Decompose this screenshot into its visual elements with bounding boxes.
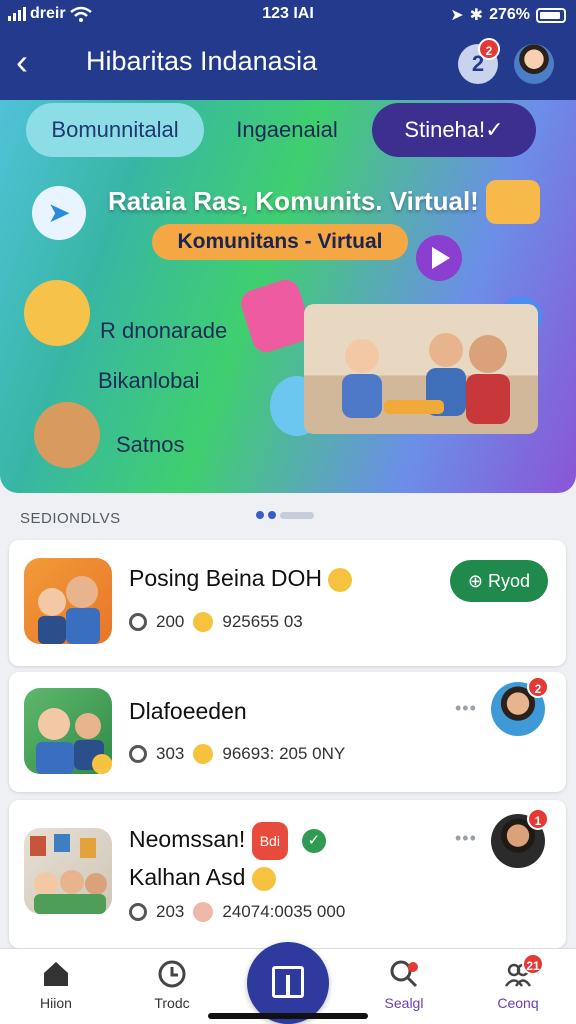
nav-community-label: Ceonq (497, 995, 539, 1011)
app-header: dreir 123 IAI ➤ ✱ 276% ‹ Hibaritas Indan… (0, 0, 576, 100)
community-meta: 203 24074:0035 000 (129, 902, 345, 922)
community-tag: Bdi (251, 822, 288, 860)
members-icon (129, 745, 147, 763)
community-info: 925655 03 (222, 612, 303, 631)
carousel-dot[interactable] (268, 511, 276, 519)
status-bar: dreir 123 IAI ➤ ✱ 276% (0, 0, 576, 28)
join-icon: ⊕ (467, 571, 484, 591)
community-title-line-1: Neomssan! Bdi ✓ (129, 822, 326, 860)
community-subtitle-text: Kalhan Asd (129, 864, 246, 890)
emoji-icon (251, 866, 276, 891)
battery-icon (536, 7, 566, 23)
member-avatar[interactable]: 2 (491, 676, 549, 736)
community-title: Dlafoeeden (129, 698, 247, 724)
hero-menu-item-2[interactable]: Bikanlobai (98, 368, 200, 394)
battery-percent: 276% (489, 6, 530, 23)
community-thumbnail (24, 688, 112, 774)
children-playing-image (304, 304, 538, 434)
community-thumbnail (24, 558, 112, 644)
nav-search[interactable]: Sealgl (364, 959, 444, 1011)
section-label: SEDIONDLVS (20, 510, 121, 527)
community-title-line-2: Kalhan Asd (129, 860, 326, 894)
join-button-label: Ryod (488, 571, 531, 591)
members-icon (129, 903, 147, 921)
dog-mascot-icon (34, 402, 100, 468)
community-card[interactable]: Neomssan! Bdi ✓ Kalhan Asd 203 24074:0035… (9, 800, 566, 948)
carousel-dot[interactable] (256, 511, 264, 519)
envelope-icon (486, 180, 540, 224)
notifications-button[interactable]: 2 2 (458, 38, 500, 84)
page-title: Hibaritas Indanasia (86, 46, 318, 76)
notification-badge: 2 (478, 38, 500, 60)
tab-stineha[interactable]: Stineha!✓ (372, 103, 536, 157)
smile-icon (193, 902, 214, 922)
community-thumbnail (24, 828, 112, 914)
nav-home[interactable]: Hiion (16, 959, 96, 1011)
community-title-text: Posing Beina DOH (129, 565, 323, 591)
compose-icon (272, 966, 304, 998)
join-button[interactable]: ⊕ Ryod (450, 560, 548, 602)
community-title: Posing Beina DOH (129, 565, 353, 592)
bluetooth-icon: ✱ (469, 7, 484, 24)
create-post-button[interactable] (247, 942, 329, 1024)
community-info: 24074:0035 000 (222, 902, 346, 921)
hero-banner: Bomunnitalal Ingaenaial Stineha!✓ ➤ Rata… (0, 100, 576, 493)
play-icon[interactable] (416, 235, 462, 281)
member-count: 303 (156, 744, 185, 763)
nav-trodc-label: Trodc (154, 995, 190, 1011)
chevron-left-icon: ‹ (16, 41, 28, 82)
member-avatar[interactable]: 1 (491, 808, 549, 868)
home-indicator (208, 1013, 368, 1019)
nav-community[interactable]: Ceonq 21 (478, 953, 558, 1011)
home-icon (44, 962, 68, 986)
tab-ingaenaial[interactable]: Ingaenaial (208, 103, 366, 157)
members-icon (129, 613, 147, 631)
community-title: Neomssan! Bdi ✓ Kalhan Asd (129, 822, 326, 894)
bear-mascot-icon (24, 280, 90, 346)
search-icon (390, 960, 418, 988)
tab-komunitas[interactable]: Bomunnitalal (26, 103, 204, 157)
hero-menu-item-1[interactable]: R dnonarade (100, 318, 227, 344)
location-icon: ➤ (450, 7, 464, 24)
telegram-icon: ➤ (32, 186, 86, 240)
back-button[interactable]: ‹ (16, 44, 28, 80)
status-right: ➤ ✱ 276% (450, 5, 566, 25)
more-options-icon[interactable]: ••• (455, 828, 477, 849)
nav-search-label: Sealgl (384, 995, 424, 1011)
community-info: 96693: 205 0NY (222, 744, 346, 763)
carousel-track (280, 511, 314, 519)
community-title-text: Neomssan! (129, 826, 246, 853)
verified-icon: ✓ (301, 829, 326, 853)
more-options-icon[interactable]: ••• (455, 698, 477, 719)
nav-home-label: Hiion (40, 995, 72, 1011)
community-card[interactable]: Dlafoeeden 303 96693: 205 0NY ••• 2 (9, 672, 566, 792)
carousel-dots[interactable] (256, 511, 314, 519)
emoji-icon (328, 567, 353, 592)
community-meta: 303 96693: 205 0NY (129, 744, 345, 764)
community-card[interactable]: Posing Beina DOH 200 925655 03 ⊕ Ryod (9, 540, 566, 666)
hero-pill[interactable]: Komunitans - Virtual (152, 224, 408, 260)
avatar-badge: 1 (527, 808, 549, 830)
smile-icon (193, 612, 214, 632)
avatar-badge: 2 (527, 676, 549, 698)
gamepad-icon (237, 276, 315, 356)
hero-headline: Rataia Ras, Komunits. Virtual! (108, 186, 479, 216)
smile-icon (193, 744, 214, 764)
profile-avatar[interactable] (514, 44, 554, 84)
member-count: 200 (156, 612, 185, 631)
nav-trodc[interactable]: Trodc (132, 959, 212, 1011)
nav-community-badge: 21 (522, 953, 544, 975)
community-meta: 200 925655 03 (129, 612, 303, 632)
hero-menu-item-3[interactable]: Satnos (116, 432, 185, 458)
member-count: 203 (156, 902, 185, 921)
clock-icon (158, 960, 186, 988)
